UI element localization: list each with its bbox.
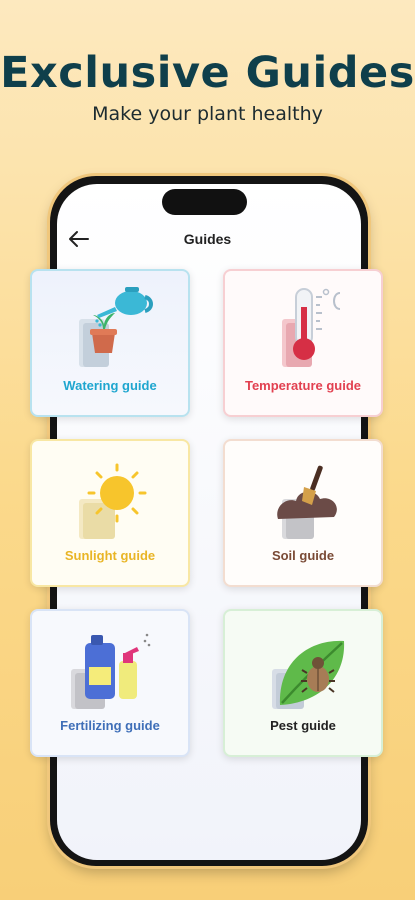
card-label: Watering guide [63, 378, 157, 393]
temperature-guide-card[interactable]: Temperature guide [223, 269, 383, 417]
sunlight-guide-card[interactable]: Sunlight guide [30, 439, 190, 587]
beetle-leaf-icon [272, 640, 345, 709]
card-label: Soil guide [271, 548, 335, 563]
card-label: Fertilizing guide [60, 718, 160, 733]
dynamic-island [162, 189, 247, 215]
thermometer-icon [282, 288, 341, 367]
back-arrow-icon [69, 231, 89, 247]
fertilizer-bottle-icon [71, 633, 151, 709]
promo-headline: Exclusive Guides [0, 48, 415, 98]
promo-subline: Make your plant healthy [92, 103, 323, 125]
page-title: Guides [183, 231, 232, 247]
soil-shovel-icon [277, 465, 337, 539]
soil-guide-card[interactable]: Soil guide [223, 439, 383, 587]
pest-guide-card[interactable]: Pest guide [223, 609, 383, 757]
card-label: Sunlight guide [64, 548, 156, 563]
watering-can-icon [79, 287, 153, 367]
back-button[interactable] [66, 226, 92, 252]
fertilizing-guide-card[interactable]: Fertilizing guide [30, 609, 190, 757]
card-label: Pest guide [270, 718, 336, 733]
sun-icon [79, 463, 147, 539]
watering-guide-card[interactable]: Watering guide [30, 269, 190, 417]
card-label: Temperature guide [244, 378, 362, 393]
